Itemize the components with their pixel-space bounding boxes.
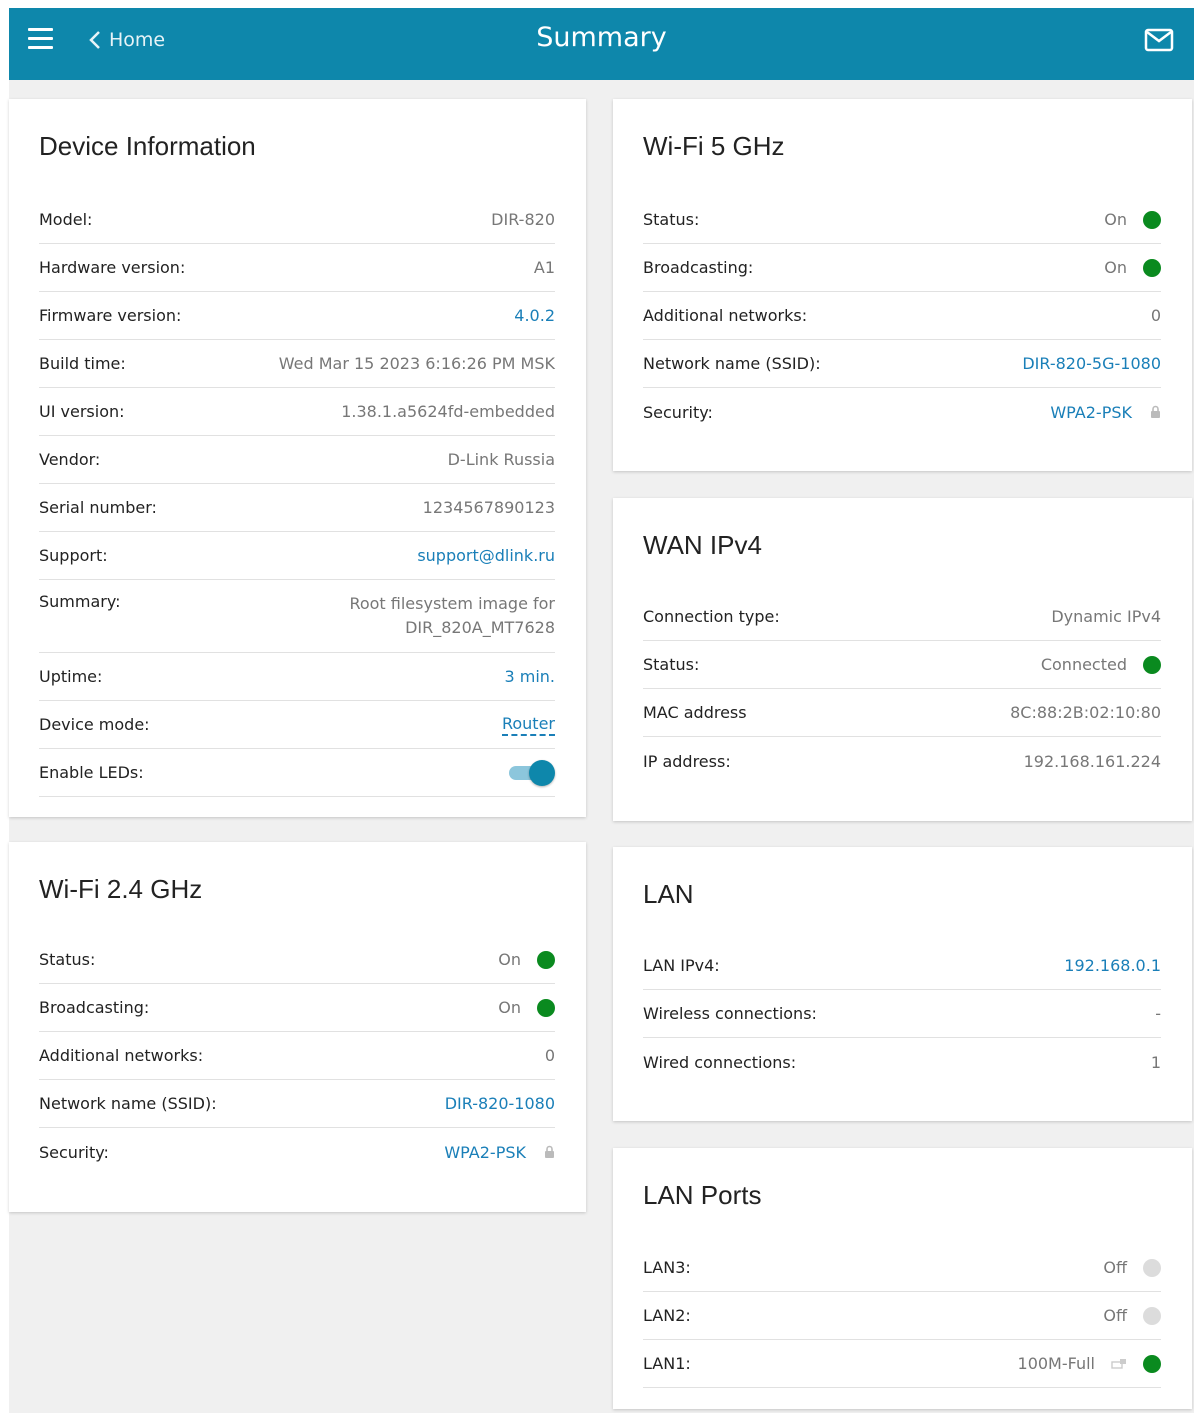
wifi24-security-link[interactable]: WPA2-PSK	[444, 1143, 555, 1162]
lan-title: LAN	[643, 879, 694, 909]
page-title: Summary	[536, 22, 667, 53]
status-off-indicator	[1143, 1258, 1161, 1277]
wifi5-ssid-link[interactable]: DIR-820-5G-1080	[1022, 354, 1161, 373]
lan-ports-card: LAN Ports LAN3: Off LAN2: Off LAN1: 100M…	[613, 1148, 1192, 1409]
uptime-value[interactable]: 3 min.	[504, 667, 555, 686]
row-lan-ipv4: LAN IPv4: 192.168.0.1	[643, 942, 1161, 990]
row-build-time: Build time: Wed Mar 15 2023 6:16:26 PM M…	[39, 340, 555, 388]
row-lan2: LAN2: Off	[643, 1292, 1161, 1340]
device-info-title: Device Information	[39, 131, 256, 161]
row-wan-ip: IP address: 192.168.161.224	[643, 751, 1161, 771]
row-device-mode: Device mode: Router	[39, 701, 555, 749]
lan-ipv4-link[interactable]: 192.168.0.1	[1064, 956, 1161, 975]
row-wifi5-broadcasting: Broadcasting: On	[643, 244, 1161, 292]
row-enable-leds: Enable LEDs:	[39, 749, 555, 797]
row-ui-version: UI version: 1.38.1.a5624fd-embedded	[39, 388, 555, 436]
row-wifi5-status: Status: On	[643, 196, 1161, 244]
status-on-indicator	[1143, 258, 1161, 277]
row-vendor: Vendor: D-Link Russia	[39, 436, 555, 484]
wifi24-ssid-link[interactable]: DIR-820-1080	[445, 1094, 555, 1113]
lan-ports-title: LAN Ports	[643, 1180, 762, 1210]
lan-card: LAN LAN IPv4: 192.168.0.1 Wireless conne…	[613, 847, 1192, 1121]
row-wifi24-ssid: Network name (SSID): DIR-820-1080	[39, 1080, 555, 1128]
row-model: Model: DIR-820	[39, 196, 555, 244]
status-on-indicator	[537, 998, 555, 1017]
wifi-24-card: Wi-Fi 2.4 GHz Status: On Broadcasting: O…	[9, 842, 586, 1212]
row-serial-number: Serial number: 1234567890123	[39, 484, 555, 532]
row-firmware-version: Firmware version: 4.0.2	[39, 292, 555, 340]
lock-icon	[1151, 405, 1160, 418]
wifi-5-title: Wi-Fi 5 GHz	[643, 131, 785, 161]
row-lan-wireless: Wireless connections: -	[643, 990, 1161, 1038]
row-summary: Summary: Root filesystem image for DIR_8…	[39, 580, 555, 653]
row-wan-status: Status: Connected	[643, 641, 1161, 689]
row-lan1: LAN1: 100M-Full	[643, 1340, 1161, 1388]
status-off-indicator	[1143, 1306, 1161, 1325]
device-info-card: Device Information Model: DIR-820 Hardwa…	[9, 99, 586, 817]
row-wifi24-security: Security: WPA2-PSK	[39, 1128, 555, 1176]
page: Home Summary Device Information Model: D…	[9, 8, 1194, 1413]
ethernet-icon	[1111, 1358, 1126, 1369]
row-wifi24-broadcasting: Broadcasting: On	[39, 984, 555, 1032]
wifi-5-card: Wi-Fi 5 GHz Status: On Broadcasting: On …	[613, 99, 1192, 471]
device-mode-link[interactable]: Router	[501, 714, 555, 736]
row-support: Support: support@dlink.ru	[39, 532, 555, 580]
support-email-link[interactable]: support@dlink.ru	[417, 546, 555, 565]
row-wifi5-ssid: Network name (SSID): DIR-820-5G-1080	[643, 340, 1161, 388]
status-on-indicator	[537, 950, 555, 969]
status-on-indicator	[1143, 655, 1161, 674]
row-wifi5-security: Security: WPA2-PSK	[643, 388, 1161, 436]
wifi5-security-link[interactable]: WPA2-PSK	[1050, 403, 1161, 422]
mail-icon[interactable]	[1144, 28, 1174, 52]
lock-icon	[545, 1145, 554, 1158]
wifi-24-title: Wi-Fi 2.4 GHz	[39, 874, 203, 904]
row-wifi24-additional: Additional networks: 0	[39, 1032, 555, 1080]
wan-ipv4-card: WAN IPv4 Connection type: Dynamic IPv4 S…	[613, 498, 1192, 821]
row-uptime: Uptime: 3 min.	[39, 653, 555, 701]
wan-ipv4-title: WAN IPv4	[643, 530, 762, 560]
top-bar: Home Summary	[9, 8, 1194, 80]
row-wifi24-status: Status: On	[39, 936, 555, 984]
status-on-indicator	[1143, 210, 1161, 229]
status-on-indicator	[1143, 1354, 1161, 1373]
row-wan-connection-type: Connection type: Dynamic IPv4	[643, 593, 1161, 641]
row-hardware-version: Hardware version: A1	[39, 244, 555, 292]
enable-leds-toggle[interactable]	[507, 759, 555, 786]
row-lan-wired: Wired connections: 1	[643, 1052, 1161, 1072]
row-wifi5-additional: Additional networks: 0	[643, 292, 1161, 340]
row-wan-mac: MAC address 8C:88:2B:02:10:80	[643, 689, 1161, 737]
firmware-version-link[interactable]: 4.0.2	[514, 306, 555, 325]
row-lan3: LAN3: Off	[643, 1244, 1161, 1292]
